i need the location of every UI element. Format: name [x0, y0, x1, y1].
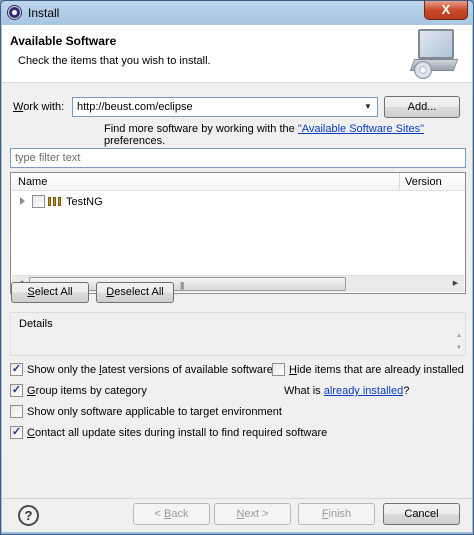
- dialog-client: Available Software Check the items that …: [2, 25, 472, 534]
- add-button[interactable]: Add...: [384, 96, 460, 118]
- hide-installed-checkbox[interactable]: [272, 363, 285, 376]
- hide-installed-label: Hide items that are already installed: [289, 364, 464, 376]
- cancel-button[interactable]: Cancel: [383, 503, 460, 525]
- group-by-category-label: Group items by category: [27, 385, 147, 397]
- title-bar[interactable]: Install X: [1, 1, 473, 25]
- tree-header: Name Version: [11, 173, 465, 191]
- select-all-button[interactable]: Select All: [11, 282, 89, 303]
- next-button[interactable]: Next >: [214, 503, 291, 525]
- work-with-value: http://beust.com/eclipse: [77, 101, 193, 113]
- show-latest-label: Show only the latest versions of availab…: [27, 364, 273, 376]
- filter-placeholder: type filter text: [15, 152, 81, 164]
- column-name[interactable]: Name: [18, 176, 47, 188]
- close-button[interactable]: X: [424, 1, 468, 20]
- window-bottom-border: [1, 532, 473, 534]
- install-window: Install X Available Software Check the i…: [0, 0, 474, 535]
- expand-arrow-icon[interactable]: [20, 197, 25, 205]
- page-title: Available Software: [10, 34, 117, 48]
- eclipse-icon: [7, 5, 22, 20]
- details-scroll-icon[interactable]: ▲ ▼: [454, 330, 464, 354]
- applicable-only-checkbox[interactable]: [10, 405, 23, 418]
- contact-sites-checkbox[interactable]: ✓: [10, 426, 23, 439]
- filter-input[interactable]: type filter text: [10, 148, 466, 168]
- page-subtitle: Check the items that you wish to install…: [18, 55, 211, 67]
- work-with-combo[interactable]: http://beust.com/eclipse ▼: [72, 97, 378, 117]
- already-installed-hint: What is already installed?: [284, 385, 410, 397]
- already-installed-link[interactable]: already installed: [324, 385, 404, 397]
- details-group: Details ▲ ▼: [10, 312, 466, 356]
- scroll-right-icon[interactable]: ▶: [447, 276, 464, 292]
- help-icon[interactable]: ?: [18, 505, 39, 526]
- window-title: Install: [28, 6, 60, 20]
- available-sites-hint: Find more software by working with the "…: [104, 123, 425, 147]
- group-by-category-checkbox[interactable]: ✓: [10, 384, 23, 397]
- contact-sites-label: Contact all update sites during install …: [27, 427, 328, 439]
- applicable-only-label: Show only software applicable to target …: [27, 406, 282, 418]
- row-checkbox[interactable]: [32, 195, 45, 208]
- tree-row[interactable]: TestNG: [11, 193, 465, 211]
- back-button[interactable]: < Back: [133, 503, 210, 525]
- show-latest-checkbox[interactable]: ✓: [10, 363, 23, 376]
- monitor-install-icon: [409, 29, 459, 79]
- column-version[interactable]: Version: [405, 176, 442, 188]
- details-label: Details: [19, 318, 53, 330]
- finish-button[interactable]: Finish: [298, 503, 375, 525]
- wizard-header: Available Software Check the items that …: [2, 25, 472, 83]
- feature-package-icon: [48, 197, 62, 206]
- available-software-sites-link[interactable]: "Available Software Sites": [298, 123, 424, 135]
- software-tree[interactable]: Name Version TestNG ◀ ||| ▶: [10, 172, 466, 294]
- chevron-down-icon[interactable]: ▼: [360, 99, 376, 115]
- work-with-label: Work with:: [13, 101, 65, 113]
- row-label: TestNG: [66, 196, 103, 208]
- deselect-all-button[interactable]: Deselect All: [96, 282, 174, 303]
- footer-divider: [2, 498, 472, 499]
